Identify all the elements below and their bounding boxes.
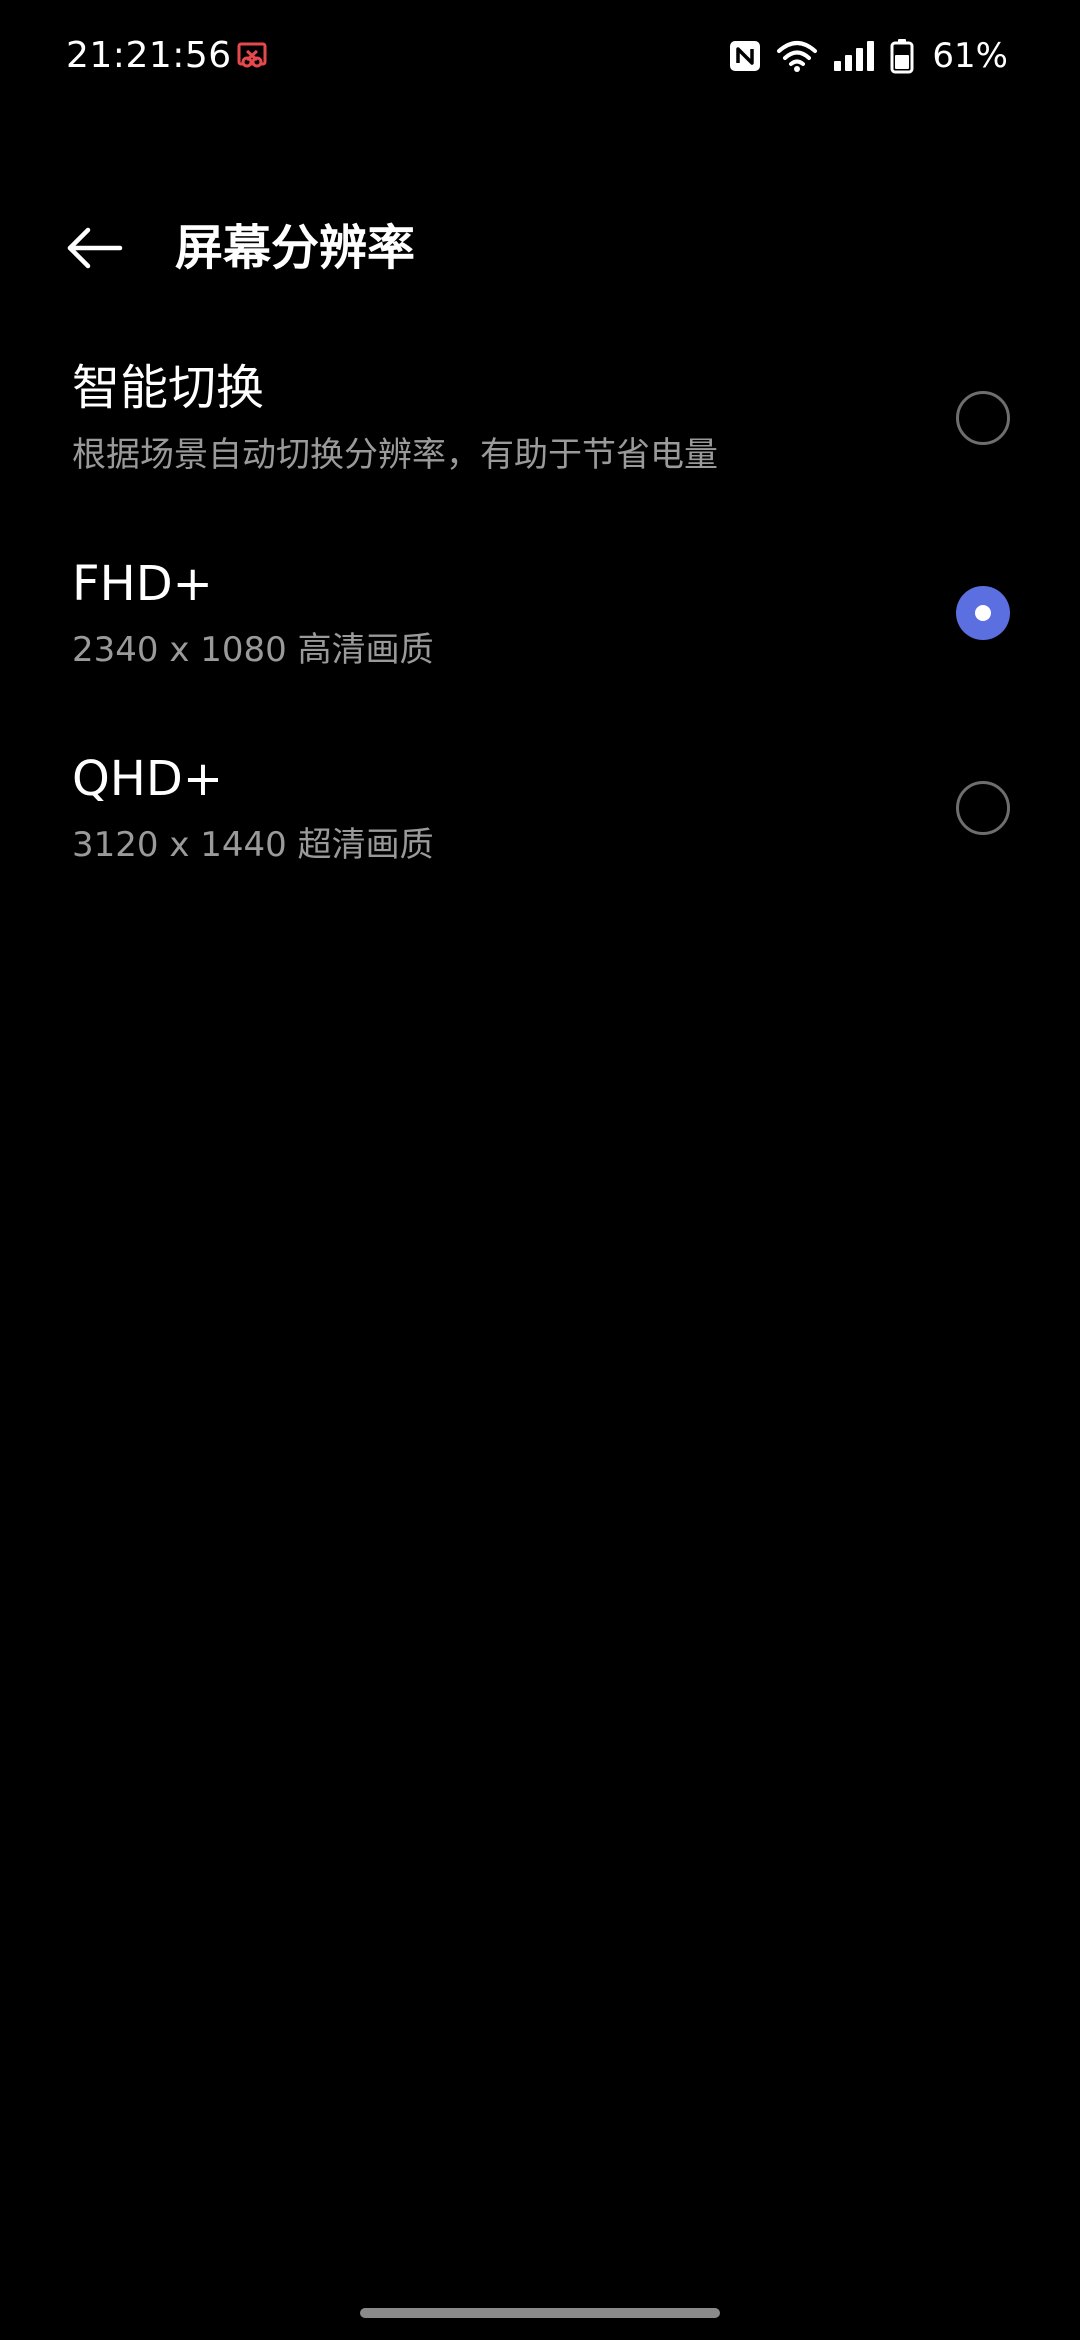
option-title: QHD+ (72, 751, 224, 807)
screen-record-icon (237, 42, 267, 68)
radio-button-smart-switch[interactable] (956, 391, 1010, 445)
option-title: 智能切换 (72, 360, 265, 416)
back-button[interactable] (56, 210, 132, 286)
option-qhd-plus[interactable]: QHD+ 3120 x 1440 超清画质 (0, 725, 1080, 915)
page-title: 屏幕分辨率 (175, 220, 416, 276)
home-indicator[interactable] (360, 2308, 720, 2318)
status-icons: 61% (728, 30, 1008, 82)
wifi-icon (777, 41, 818, 72)
option-subtitle: 3120 x 1440 超清画质 (72, 825, 434, 865)
radio-button-qhd-plus[interactable] (956, 781, 1010, 835)
radio-button-fhd-plus[interactable] (956, 586, 1010, 640)
option-smart-switch[interactable]: 智能切换 根据场景自动切换分辨率，有助于节省电量 (0, 335, 1080, 525)
nfc-icon (730, 41, 761, 71)
arrow-left-icon (67, 227, 123, 269)
cellular-signal-icon (834, 41, 875, 71)
option-subtitle: 2340 x 1080 高清画质 (72, 630, 434, 670)
battery-percent: 61% (932, 36, 1008, 76)
app-header: 屏幕分辨率 (0, 190, 1080, 300)
option-title: FHD+ (72, 556, 213, 612)
option-subtitle: 根据场景自动切换分辨率，有助于节省电量 (72, 435, 718, 475)
option-fhd-plus[interactable]: FHD+ 2340 x 1080 高清画质 (0, 530, 1080, 720)
status-time: 21:21:56 (66, 35, 232, 76)
radio-selected-dot (975, 605, 991, 621)
status-bar: 21:21:56 61% (0, 0, 1080, 110)
battery-icon (890, 39, 914, 74)
